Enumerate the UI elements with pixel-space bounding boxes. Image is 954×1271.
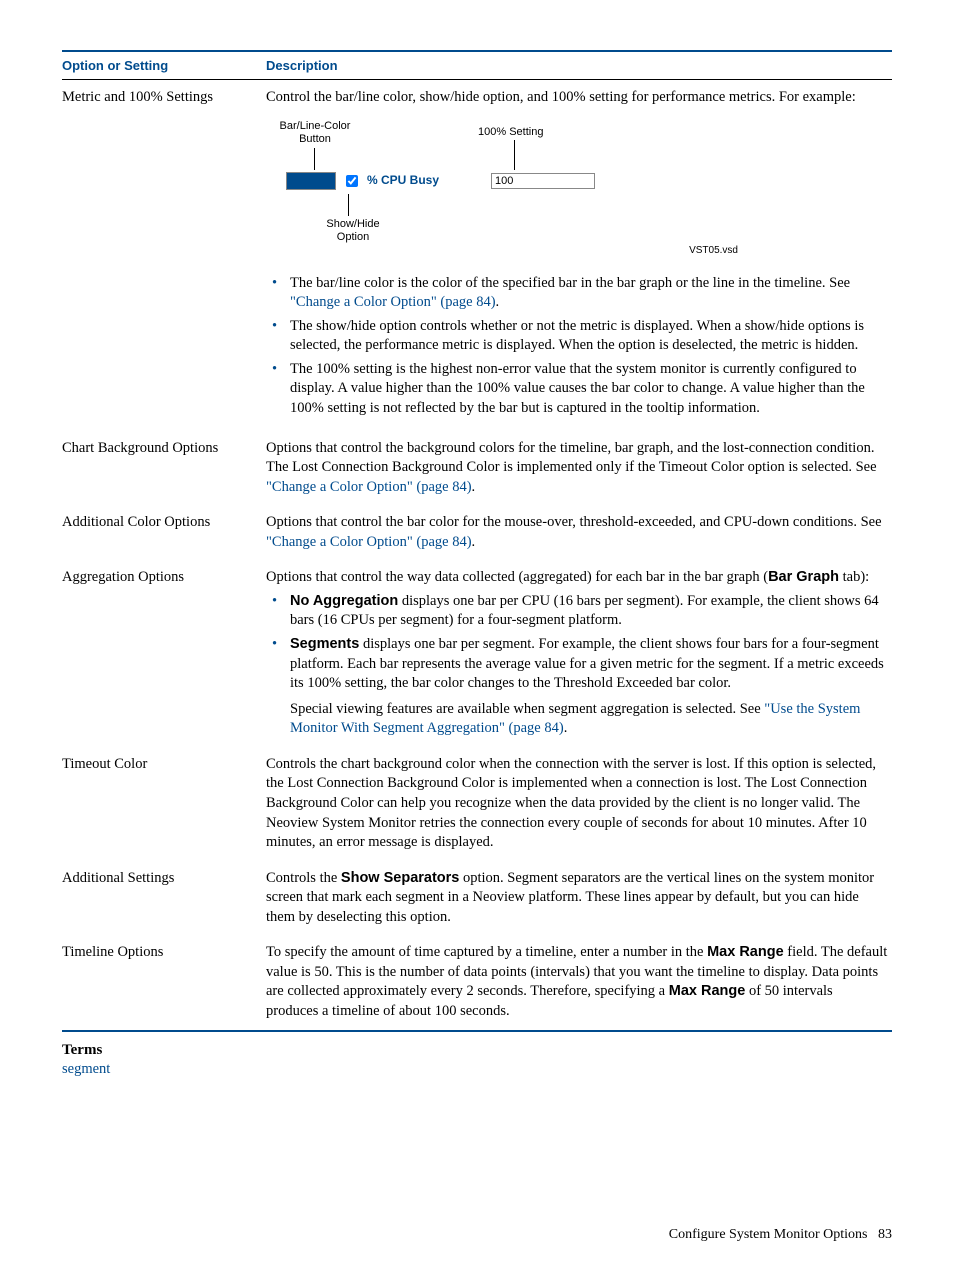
desc-text: Options that control the way data collec…	[266, 569, 768, 585]
row-additional-color: Additional Color Options Options that co…	[62, 505, 892, 560]
option-description: Controls the Show Separators option. Seg…	[266, 861, 892, 936]
desc-text: .	[472, 479, 476, 495]
row-metric-settings: Metric and 100% Settings Control the bar…	[62, 80, 892, 431]
no-aggregation-label: No Aggregation	[290, 593, 398, 609]
option-label: Chart Background Options	[62, 431, 266, 506]
options-table: Option or Setting Description Metric and…	[62, 52, 892, 1030]
footer-title: Configure System Monitor Options	[669, 1227, 868, 1242]
metric-diagram: Bar/Line-Color Button 100% Setting % CPU…	[266, 120, 888, 260]
show-separators-label: Show Separators	[341, 870, 459, 886]
option-label: Aggregation Options	[62, 560, 266, 747]
table-header-row: Option or Setting Description	[62, 52, 892, 79]
option-label: Additional Settings	[62, 861, 266, 936]
header-description: Description	[266, 52, 892, 79]
option-description: To specify the amount of time captured b…	[266, 935, 892, 1029]
segments-label: Segments	[290, 636, 359, 652]
color-swatch[interactable]	[286, 172, 336, 190]
option-label: Metric and 100% Settings	[62, 80, 266, 431]
list-item: The show/hide option controls whether or…	[284, 317, 888, 356]
bar-graph-tab-label: Bar Graph	[768, 569, 839, 585]
row-aggregation: Aggregation Options Options that control…	[62, 560, 892, 747]
option-label: Additional Color Options	[62, 505, 266, 560]
terms-heading: Terms	[62, 1042, 892, 1059]
option-description: Control the bar/line color, show/hide op…	[266, 80, 892, 431]
bullet-text: The bar/line color is the color of the s…	[290, 275, 850, 291]
label-show-hide: Show/Hide Option	[318, 218, 388, 244]
row-timeout-color: Timeout Color Controls the chart backgro…	[62, 747, 892, 861]
link-change-color[interactable]: "Change a Color Option" (page 84)	[290, 294, 496, 310]
desc-text: To specify the amount of time captured b…	[266, 944, 707, 960]
link-change-color[interactable]: "Change a Color Option" (page 84)	[266, 479, 472, 495]
option-description: Options that control the bar color for t…	[266, 505, 892, 560]
desc-text: Options that control the background colo…	[266, 440, 877, 476]
option-label: Timeout Color	[62, 747, 266, 861]
desc-text: Special viewing features are available w…	[290, 701, 764, 717]
header-option: Option or Setting	[62, 52, 266, 79]
row-chart-bg: Chart Background Options Options that co…	[62, 431, 892, 506]
terms-link-segment[interactable]: segment	[62, 1061, 892, 1078]
row-timeline-options: Timeline Options To specify the amount o…	[62, 935, 892, 1029]
footer-page: 83	[878, 1227, 892, 1242]
link-change-color[interactable]: "Change a Color Option" (page 84)	[266, 534, 472, 550]
label-100-setting: 100% Setting	[478, 126, 543, 139]
metric-row-widget: % CPU Busy	[286, 172, 595, 190]
page-footer: Configure System Monitor Options 83	[669, 1227, 892, 1243]
aggregation-bullets: No Aggregation displays one bar per CPU …	[266, 592, 888, 694]
list-item: No Aggregation displays one bar per CPU …	[284, 592, 888, 631]
desc-text: .	[564, 720, 568, 736]
table-bottom-rule	[62, 1030, 892, 1032]
max-range-label: Max Range	[707, 944, 784, 960]
option-label: Timeline Options	[62, 935, 266, 1029]
desc-text: Options that control the bar color for t…	[266, 514, 882, 530]
label-color-button: Bar/Line-Color Button	[270, 120, 360, 146]
option-description: Options that control the way data collec…	[266, 560, 892, 747]
bullet-text: displays one bar per segment. For exampl…	[290, 636, 884, 691]
show-hide-checkbox[interactable]	[346, 175, 358, 187]
option-description: Options that control the background colo…	[266, 431, 892, 506]
metric-intro: Control the bar/line color, show/hide op…	[266, 89, 856, 105]
list-item: The bar/line color is the color of the s…	[284, 274, 888, 313]
callout-line	[314, 148, 315, 170]
list-item: Segments displays one bar per segment. F…	[284, 635, 888, 694]
metric-name-label: % CPU Busy	[367, 172, 439, 188]
desc-text: .	[472, 534, 476, 550]
aggregation-tail: Special viewing features are available w…	[290, 700, 888, 739]
document-page: Option or Setting Description Metric and…	[0, 0, 954, 1271]
option-description: Controls the chart background color when…	[266, 747, 892, 861]
bullet-text: .	[496, 294, 500, 310]
max-range-label: Max Range	[669, 983, 746, 999]
callout-line	[514, 140, 515, 170]
diagram-source: VST05.vsd	[689, 244, 738, 258]
desc-text: tab):	[839, 569, 869, 585]
hundred-percent-input[interactable]	[491, 173, 595, 189]
row-additional-settings: Additional Settings Controls the Show Se…	[62, 861, 892, 936]
desc-text: Controls the	[266, 870, 341, 886]
list-item: The 100% setting is the highest non-erro…	[284, 360, 888, 419]
metric-bullets: The bar/line color is the color of the s…	[266, 274, 888, 419]
callout-line	[348, 194, 349, 216]
